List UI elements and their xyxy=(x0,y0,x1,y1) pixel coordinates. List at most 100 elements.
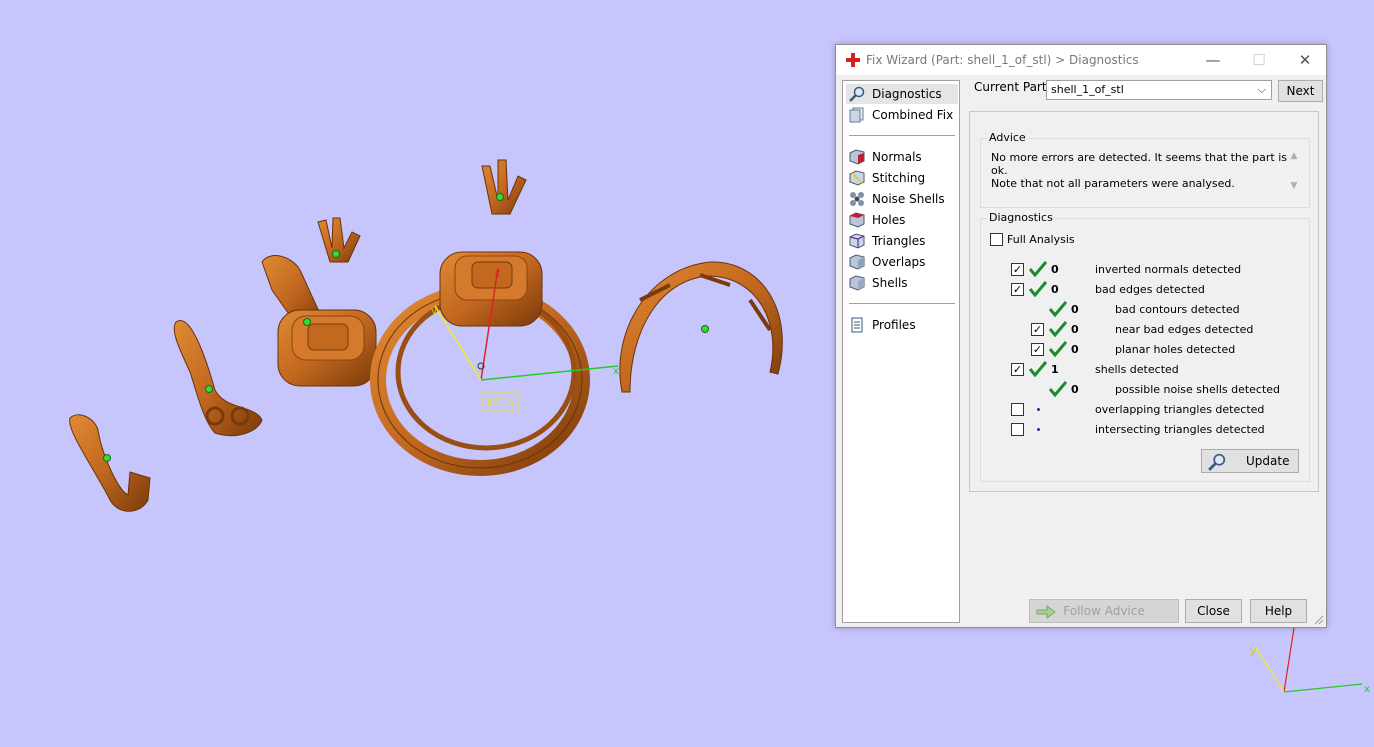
pending-dot-icon xyxy=(1037,408,1040,411)
nav-item-profiles[interactable]: Profiles xyxy=(846,315,958,335)
follow-advice-button[interactable]: Follow Advice xyxy=(1029,599,1179,623)
diag-count: 0 xyxy=(1071,343,1079,356)
check-ok-icon xyxy=(1029,261,1047,277)
nav-item-noise-shells[interactable]: Noise Shells xyxy=(846,189,958,209)
advice-group: Advice No more errors are detected. It s… xyxy=(980,131,1310,208)
part-marker[interactable] xyxy=(496,193,504,201)
check-ok-icon xyxy=(1029,281,1047,297)
diag-label: bad edges detected xyxy=(1095,283,1205,296)
part-marker[interactable] xyxy=(205,385,213,393)
update-label: Update xyxy=(1246,454,1290,468)
close-button[interactable]: Close xyxy=(1185,599,1242,623)
scroll-down-icon[interactable]: ▼ xyxy=(1287,181,1301,191)
part-marker[interactable] xyxy=(303,318,311,326)
diag-label: inverted normals detected xyxy=(1095,263,1242,276)
diag-count: 0 xyxy=(1051,283,1059,296)
advice-text: No more errors are detected. It seems th… xyxy=(991,151,1288,190)
model-part-gallery[interactable] xyxy=(261,255,377,387)
advice-group-title: Advice xyxy=(987,131,1028,144)
red-cross-icon xyxy=(846,53,860,67)
nav-label: Diagnostics xyxy=(872,87,942,101)
diag-checkbox[interactable]: ✓ xyxy=(1011,263,1024,276)
maximize-button[interactable]: ☐ xyxy=(1236,45,1282,75)
diag-count: 0 xyxy=(1071,383,1079,396)
profiles-icon xyxy=(851,317,863,333)
model-part-ring[interactable] xyxy=(370,251,590,476)
diag-checkbox[interactable]: ✓ xyxy=(1031,343,1044,356)
triad-y-label: y xyxy=(1250,646,1256,657)
noise-shells-icon xyxy=(850,192,864,206)
nav-label: Overlaps xyxy=(872,255,926,269)
help-button[interactable]: Help xyxy=(1250,599,1307,623)
nav-label: Triangles xyxy=(872,234,926,248)
model-part-band[interactable] xyxy=(619,261,783,393)
window-title: Fix Wizard (Part: shell_1_of_stl) > Diag… xyxy=(866,53,1139,67)
nav-item-triangles[interactable]: Triangles xyxy=(846,231,958,251)
diag-checkbox[interactable]: ✓ xyxy=(1031,323,1044,336)
nav-label: Normals xyxy=(872,150,922,164)
next-button[interactable]: Next xyxy=(1278,80,1323,102)
model-part-prongs-2[interactable] xyxy=(481,159,527,215)
diag-checkbox[interactable] xyxy=(1011,423,1024,436)
diag-checkbox[interactable]: ✓ xyxy=(1011,283,1024,296)
diagnostics-page: Advice No more errors are detected. It s… xyxy=(969,111,1319,492)
nav-item-diagnostics[interactable]: Diagnostics xyxy=(846,84,958,104)
follow-advice-label: Follow Advice xyxy=(1063,604,1145,618)
diag-label: near bad edges detected xyxy=(1115,323,1254,336)
nav-item-holes[interactable]: Holes xyxy=(846,210,958,230)
nav-item-combined-fix[interactable]: Combined Fix xyxy=(846,105,958,125)
diag-checkbox[interactable]: ✓ xyxy=(1011,363,1024,376)
nav-separator xyxy=(849,135,955,136)
fix-wizard-dialog: Fix Wizard (Part: shell_1_of_stl) > Diag… xyxy=(835,44,1327,628)
full-analysis-checkbox[interactable] xyxy=(990,233,1003,246)
title-bar[interactable]: Fix Wizard (Part: shell_1_of_stl) > Diag… xyxy=(836,45,1326,75)
nav-label: Profiles xyxy=(872,318,916,332)
magnifier-icon xyxy=(1208,453,1226,471)
pending-dot-icon xyxy=(1037,428,1040,431)
view-triad: y x xyxy=(1250,627,1370,695)
model-part-hook[interactable] xyxy=(69,414,151,512)
current-part-select[interactable]: shell_1_of_stl ⌵ xyxy=(1046,80,1272,100)
diag-label: intersecting triangles detected xyxy=(1095,423,1265,436)
nav-item-stitching[interactable]: Stitching xyxy=(846,168,958,188)
magnifier-icon xyxy=(849,86,865,102)
nav-separator xyxy=(849,303,955,304)
part-marker[interactable] xyxy=(332,250,340,258)
diag-label: possible noise shells detected xyxy=(1115,383,1281,396)
shells-icon xyxy=(849,275,865,291)
nav-item-overlaps[interactable]: Overlaps xyxy=(846,252,958,272)
check-ok-icon xyxy=(1029,361,1047,377)
diagnostics-group-title: Diagnostics xyxy=(987,211,1055,224)
diagnostics-group: Diagnostics Full Analysis ✓ 0 inverted n… xyxy=(980,211,1310,482)
resize-grip-icon[interactable] xyxy=(1314,615,1324,625)
close-window-button[interactable]: ✕ xyxy=(1282,45,1328,75)
current-part-value: shell_1_of_stl xyxy=(1051,83,1124,96)
triangles-icon xyxy=(849,233,865,249)
part-marker[interactable] xyxy=(701,325,709,333)
diag-count: 0 xyxy=(1051,263,1059,276)
nav-label: Holes xyxy=(872,213,906,227)
nav-item-normals[interactable]: Normals xyxy=(846,147,958,167)
part-marker[interactable] xyxy=(103,454,111,462)
check-ok-icon xyxy=(1049,381,1067,397)
normals-icon xyxy=(849,149,865,165)
nav-label: Stitching xyxy=(872,171,926,185)
nav-label: Shells xyxy=(872,276,908,290)
scroll-up-icon[interactable]: ▲ xyxy=(1287,151,1301,161)
wcs-label: WCS xyxy=(486,395,514,409)
diag-label: bad contours detected xyxy=(1115,303,1240,316)
diag-count: 0 xyxy=(1071,303,1079,316)
axis-y-label: y xyxy=(431,306,437,317)
update-button[interactable]: Update xyxy=(1201,449,1299,473)
triad-x-label: x xyxy=(1364,684,1370,695)
minimize-button[interactable]: — xyxy=(1190,45,1236,75)
full-analysis-label: Full Analysis xyxy=(1007,233,1075,246)
diag-checkbox[interactable] xyxy=(1011,403,1024,416)
check-ok-icon xyxy=(1049,301,1067,317)
model-part-filigree[interactable] xyxy=(173,320,263,437)
check-ok-icon xyxy=(1049,321,1067,337)
nav-item-shells[interactable]: Shells xyxy=(846,273,958,293)
axis-x-label: x xyxy=(613,366,619,377)
advice-scrollbar[interactable]: ▲ ▼ xyxy=(1287,151,1301,197)
nav-label: Combined Fix xyxy=(872,108,954,122)
